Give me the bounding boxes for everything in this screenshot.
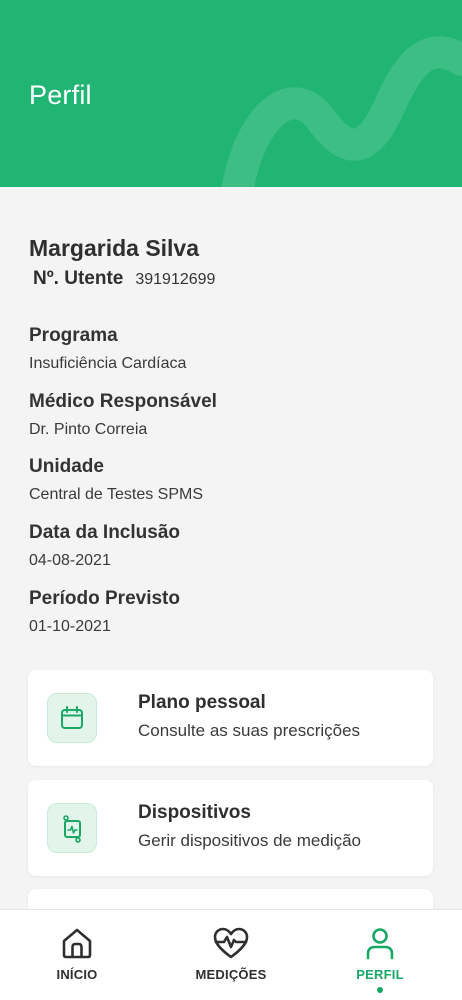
user-icon — [366, 928, 394, 960]
info-periodo-previsto: Período Previsto 01-10-2021 — [29, 588, 180, 636]
info-value: 01-10-2021 — [29, 618, 111, 635]
utente-value: 391912699 — [135, 271, 216, 288]
tab-inicio[interactable]: INÍCIO — [0, 910, 154, 1000]
home-icon — [62, 928, 92, 959]
tab-label: INÍCIO — [56, 967, 98, 982]
heart-pulse-icon — [213, 927, 249, 959]
card-subtitle: Consulte as suas prescrições — [138, 721, 361, 740]
info-value: Central de Testes SPMS — [29, 486, 204, 503]
info-label: Data da Inclusão — [29, 522, 180, 543]
card-title: Plano pessoal — [138, 692, 266, 713]
app-header: Perfil — [0, 0, 462, 187]
info-value: 04-08-2021 — [29, 552, 111, 569]
card-subtitle: Gerir dispositivos de medição — [138, 831, 361, 850]
info-label: Médico Responsável — [29, 391, 217, 412]
info-label: Programa — [29, 325, 118, 346]
info-label: Período Previsto — [29, 588, 180, 609]
bottom-tab-bar: INÍCIO MEDIÇÕES PERFIL — [0, 909, 462, 1000]
tab-medicoes[interactable]: MEDIÇÕES — [154, 910, 308, 1000]
tab-label: PERFIL — [356, 967, 404, 982]
utente-row: Nº. Utente 391912699 — [33, 268, 215, 290]
info-label: Unidade — [29, 456, 104, 477]
info-value: Insuficiência Cardíaca — [29, 355, 187, 372]
info-medico: Médico Responsável Dr. Pinto Correia — [29, 391, 217, 439]
card-plano-pessoal[interactable]: Plano pessoal Consulte as suas prescriçõ… — [28, 670, 433, 766]
device-icon — [47, 803, 97, 853]
info-programa: Programa Insuficiência Cardíaca — [29, 325, 186, 373]
patient-name: Margarida Silva — [29, 235, 200, 261]
profile-content[interactable]: Margarida Silva Nº. Utente 391912699 Pro… — [0, 187, 462, 909]
utente-label: Nº. Utente — [33, 268, 124, 289]
card-title: Dispositivos — [138, 802, 251, 823]
tab-label: MEDIÇÕES — [195, 967, 267, 982]
info-unidade: Unidade Central de Testes SPMS — [29, 456, 203, 504]
calendar-icon — [47, 693, 97, 743]
info-data-inclusao: Data da Inclusão 04-08-2021 — [29, 522, 180, 570]
card-partial[interactable] — [28, 889, 433, 909]
active-tab-indicator — [377, 987, 383, 993]
page-title: Perfil — [29, 80, 92, 110]
card-dispositivos[interactable]: Dispositivos Gerir dispositivos de mediç… — [28, 780, 433, 876]
tab-perfil[interactable]: PERFIL — [303, 910, 457, 1000]
info-value: Dr. Pinto Correia — [29, 421, 148, 438]
